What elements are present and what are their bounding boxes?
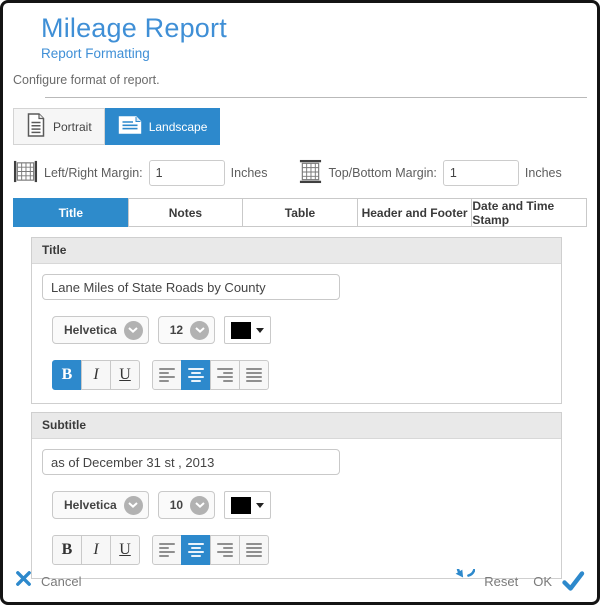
ok-button[interactable] — [561, 570, 585, 592]
chevron-down-icon — [190, 496, 209, 515]
subtitle-font-size-select[interactable]: 10 — [158, 491, 215, 519]
footer-actions: Reset OK — [450, 569, 585, 594]
subtitle-panel-heading: Subtitle — [32, 413, 561, 439]
align-left-icon — [159, 368, 175, 382]
top-bottom-margin-input[interactable] — [443, 160, 519, 186]
caret-down-icon — [256, 503, 264, 508]
title-format-row: B I U — [52, 360, 561, 390]
subtitle-font-size-value: 10 — [170, 498, 183, 512]
subtitle-bold-button[interactable]: B — [52, 535, 82, 565]
title-text-input[interactable] — [42, 274, 340, 300]
title-panel-body: Helvetica 12 B — [32, 264, 561, 403]
color-swatch — [231, 497, 251, 514]
dialog-footer: Cancel Reset OK — [3, 565, 597, 597]
portrait-label: Portrait — [53, 120, 92, 134]
left-right-margin-input[interactable] — [149, 160, 225, 186]
title-font-family-select[interactable]: Helvetica — [52, 316, 149, 344]
chevron-down-icon — [124, 321, 143, 340]
orientation-toggle: Portrait Landscape — [13, 108, 597, 145]
title-font-family-value: Helvetica — [64, 323, 117, 337]
reset-button[interactable] — [450, 569, 475, 594]
align-right-icon — [217, 543, 233, 557]
title-align-center-button[interactable] — [181, 360, 211, 390]
chevron-down-icon — [124, 496, 143, 515]
title-align-left-button[interactable] — [152, 360, 182, 390]
title-underline-button[interactable]: U — [110, 360, 140, 390]
divider — [45, 97, 587, 98]
subtitle-style-group: B I U — [52, 535, 140, 565]
chevron-down-icon — [190, 321, 209, 340]
tab-title[interactable]: Title — [13, 198, 129, 227]
title-font-row: Helvetica 12 — [52, 316, 561, 344]
title-italic-button[interactable]: I — [81, 360, 111, 390]
subtitle-panel-body: Helvetica 10 B — [32, 439, 561, 578]
subtitle-align-center-button[interactable] — [181, 535, 211, 565]
top-bottom-margin-group: Top/Bottom Margin: Inches — [298, 159, 562, 187]
align-left-icon — [159, 543, 175, 557]
title-panel: Title Helvetica 12 — [31, 237, 562, 404]
subtitle-format-row: B I U — [52, 535, 561, 565]
title-align-group — [152, 360, 269, 390]
color-swatch — [231, 322, 251, 339]
tab-notes[interactable]: Notes — [128, 198, 244, 227]
title-align-right-button[interactable] — [210, 360, 240, 390]
left-right-margin-label: Left/Right Margin: — [44, 166, 143, 180]
subtitle-align-justify-button[interactable] — [239, 535, 269, 565]
landscape-page-icon — [118, 115, 142, 138]
top-bottom-margin-label: Top/Bottom Margin: — [329, 166, 437, 180]
top-bottom-margin-unit: Inches — [525, 166, 562, 180]
title-font-size-value: 12 — [170, 323, 183, 337]
title-bold-button[interactable]: B — [52, 360, 82, 390]
align-center-icon — [188, 543, 204, 557]
subtitle-align-group — [152, 535, 269, 565]
subtitle-align-left-button[interactable] — [152, 535, 182, 565]
subtitle-font-family-value: Helvetica — [64, 498, 117, 512]
title-font-size-select[interactable]: 12 — [158, 316, 215, 344]
mileage-report-dialog: Mileage Report Report Formatting Configu… — [0, 0, 600, 605]
caret-down-icon — [256, 328, 264, 333]
portrait-page-icon — [26, 113, 46, 140]
title-align-justify-button[interactable] — [239, 360, 269, 390]
description-text: Configure format of report. — [13, 73, 597, 87]
subtitle-italic-button[interactable]: I — [81, 535, 111, 565]
page-subtitle: Report Formatting — [41, 46, 597, 61]
left-right-margin-unit: Inches — [231, 166, 268, 180]
tab-date-and-time-stamp[interactable]: Date and Time Stamp — [471, 198, 587, 227]
dialog-header: Mileage Report Report Formatting — [3, 3, 597, 61]
title-font-color-picker[interactable] — [224, 316, 271, 344]
subtitle-text-input[interactable] — [42, 449, 340, 475]
landscape-label: Landscape — [149, 120, 208, 134]
title-style-group: B I U — [52, 360, 140, 390]
format-tabs: Title Notes Table Header and Footer Date… — [13, 198, 587, 227]
margins-row: Left/Right Margin: Inches — [13, 159, 597, 187]
left-right-margin-icon — [13, 159, 38, 187]
subtitle-font-family-select[interactable]: Helvetica — [52, 491, 149, 519]
top-bottom-margin-icon — [298, 159, 323, 187]
title-panel-heading: Title — [32, 238, 561, 264]
subtitle-align-right-button[interactable] — [210, 535, 240, 565]
align-center-icon — [188, 368, 204, 382]
cancel-button[interactable]: Cancel — [15, 570, 81, 592]
tab-table[interactable]: Table — [242, 198, 358, 227]
reset-label[interactable]: Reset — [484, 574, 518, 589]
landscape-button[interactable]: Landscape — [105, 108, 221, 145]
align-justify-icon — [246, 368, 262, 382]
subtitle-underline-button[interactable]: U — [110, 535, 140, 565]
cancel-x-icon — [15, 570, 32, 592]
align-justify-icon — [246, 543, 262, 557]
cancel-label: Cancel — [41, 574, 81, 589]
portrait-button[interactable]: Portrait — [13, 108, 105, 145]
ok-label[interactable]: OK — [533, 574, 552, 589]
align-right-icon — [217, 368, 233, 382]
tab-header-and-footer[interactable]: Header and Footer — [357, 198, 473, 227]
subtitle-font-color-picker[interactable] — [224, 491, 271, 519]
page-title: Mileage Report — [41, 13, 597, 44]
subtitle-panel: Subtitle Helvetica 10 — [31, 412, 562, 579]
left-right-margin-group: Left/Right Margin: Inches — [13, 159, 268, 187]
subtitle-font-row: Helvetica 10 — [52, 491, 561, 519]
